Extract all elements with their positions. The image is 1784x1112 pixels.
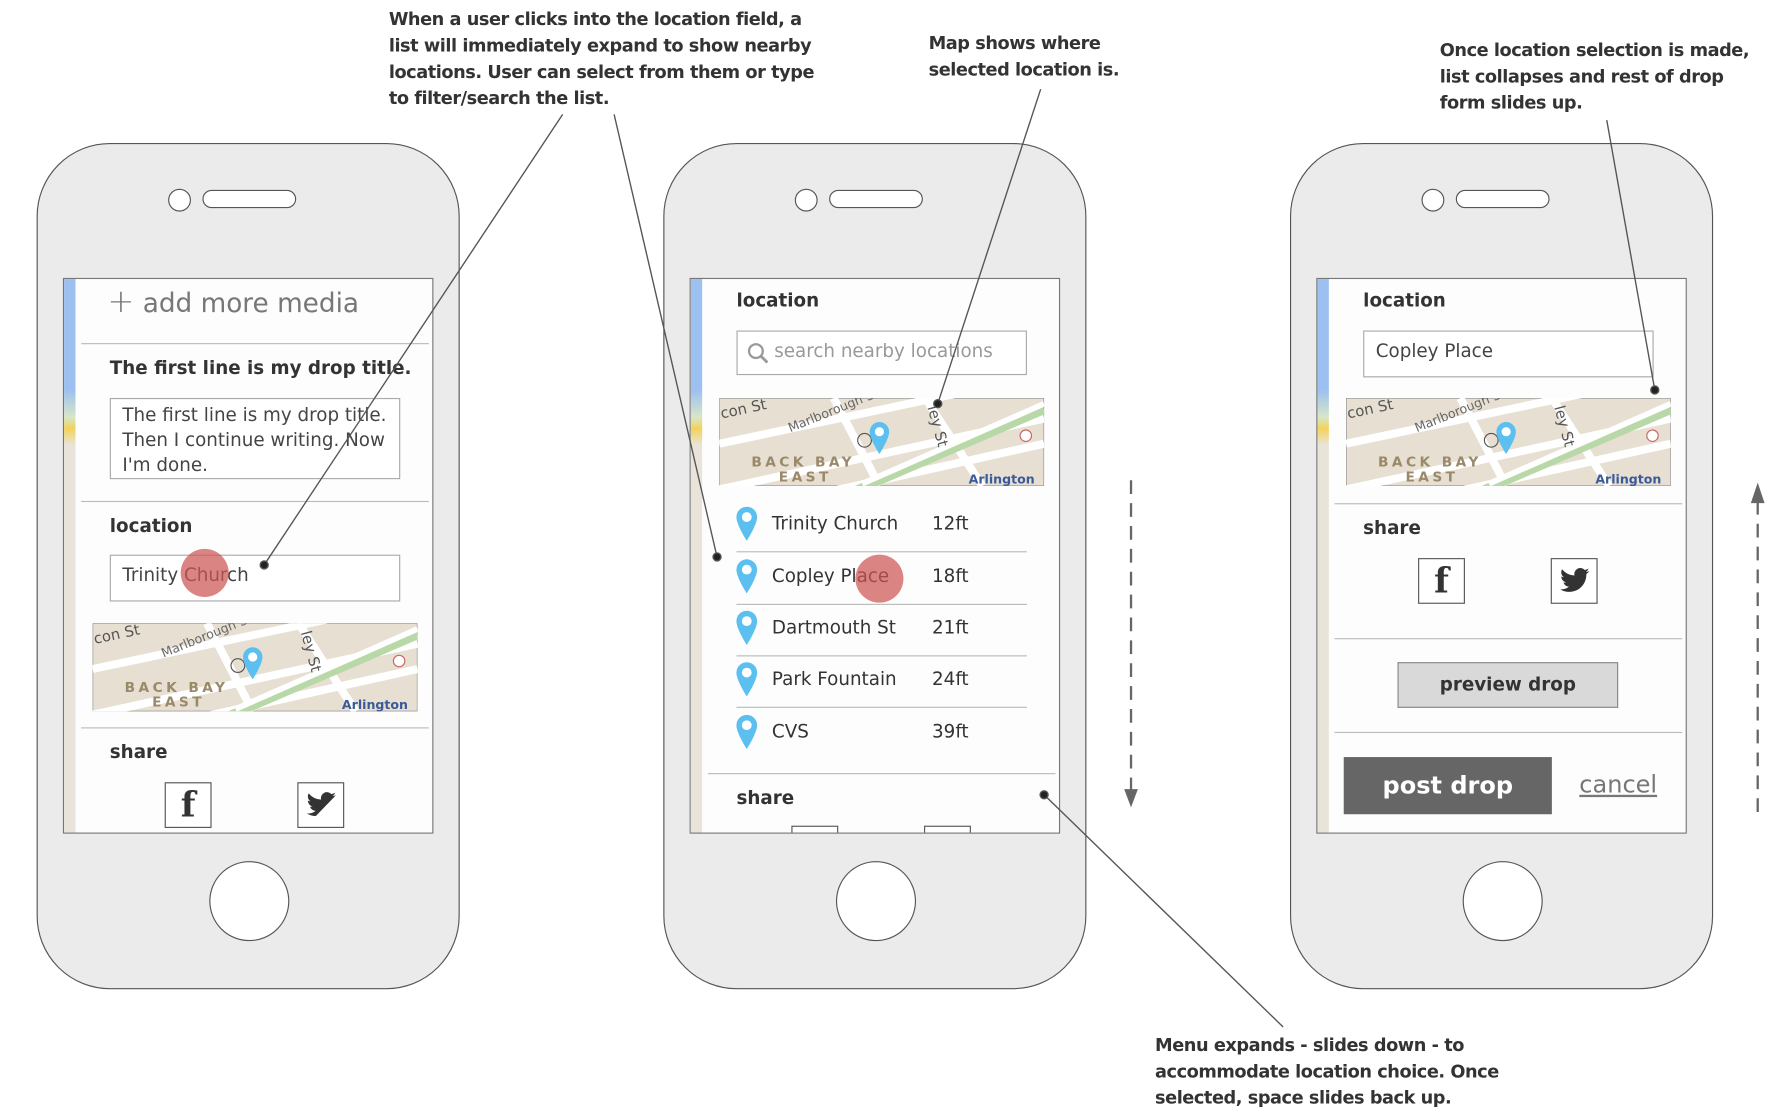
add-more-media-button[interactable]: + add more media [107,282,359,320]
location-list-item[interactable]: Dartmouth St 21ft [732,605,1029,656]
location-distance: 12ft [932,512,969,535]
map-pin-icon [734,558,759,599]
divider [1334,503,1683,505]
drop-title: The first line is my drop title. [109,356,412,379]
map-place-label: Arlington [969,472,1035,486]
location-list-item[interactable]: Park Fountain 24ft [732,656,1029,707]
map-district-label: EAST [152,695,205,711]
share-label: share [736,786,795,809]
tap-indicator [180,548,229,597]
location-distance: 21ft [932,616,969,639]
twitter-share-button[interactable] [1550,558,1598,604]
screen-1: + add more media The first line is my dr… [62,277,434,834]
map-district-label: BACK BAY [1378,455,1482,471]
plus-icon: + [107,282,135,321]
camera [168,188,191,212]
map-district-label: BACK BAY [751,455,855,471]
home-button[interactable] [209,861,290,942]
map-district-label: EAST [1405,469,1458,485]
location-label: location [736,289,820,312]
arrow-head-up [1750,482,1765,504]
map-pin-icon [734,505,759,546]
map-district-label: EAST [779,469,832,485]
map-pin-icon [734,714,759,755]
annotation-collapse: Once location selection is made, list co… [1439,40,1750,114]
drop-body-textarea[interactable]: The first line is my drop title. Then I … [109,397,401,480]
location-label: location [109,514,193,537]
divider [81,500,429,503]
twitter-share-button[interactable] [297,782,345,828]
arrow-head-down [1124,789,1138,808]
location-distance: 39ft [932,720,969,743]
map-background [690,279,703,833]
location-list-item[interactable]: Trinity Church 12ft [732,501,1029,552]
screen-3: location Copley Place con St Marlborough… [1316,277,1687,834]
divider [1334,731,1683,734]
location-distance: 24ft [932,667,969,690]
camera [1421,188,1445,212]
location-label: location [1363,289,1446,312]
map-background [64,279,76,833]
preview-drop-button[interactable]: preview drop [1397,662,1619,708]
divider [707,773,1056,775]
speaker [202,189,297,209]
speaker [829,189,923,209]
share-label: share [109,741,168,763]
location-map[interactable]: con St Marlborough St ley St BACK BAY EA… [92,623,418,712]
location-map[interactable]: con St Marlborough St ley St BACK BAY EA… [719,397,1045,487]
location-name: Dartmouth St [771,616,896,639]
search-icon [747,343,769,364]
location-name: CVS [771,720,809,743]
facebook-share-button[interactable]: f [1418,558,1465,604]
divider [736,551,1027,553]
location-input[interactable]: Copley Place [1363,330,1654,378]
tap-indicator [855,554,904,603]
facebook-share-button[interactable] [791,825,839,833]
share-label: share [1363,516,1421,539]
location-search-input[interactable]: search nearby locations [736,330,1027,376]
post-drop-button[interactable]: post drop [1343,757,1552,815]
divider [81,343,429,345]
wireframe-canvas: When a user clicks into the location fie… [0,0,1784,1110]
search-placeholder: search nearby locations [774,339,993,362]
map-pin-icon [734,610,759,651]
phone-1: + add more media The first line is my dr… [36,142,460,990]
map-background [1317,279,1329,833]
location-name: Park Fountain [771,667,897,690]
twitter-icon [1559,568,1589,592]
annotation-expand: Menu expands - slides down - to accommod… [1155,1034,1499,1109]
location-input[interactable]: Trinity Church [109,554,401,602]
map-place-label: Arlington [1595,472,1661,486]
location-map[interactable]: con St Marlborough St ley St BACK BAY EA… [1346,397,1671,487]
facebook-icon: f [180,785,196,826]
phone-2: location search nearby locations con St … [663,142,1087,990]
camera [794,188,818,212]
cancel-link[interactable]: cancel [1579,771,1657,798]
screen-2: location search nearby locations con St … [689,277,1061,834]
location-list-item[interactable]: CVS 39ft [732,709,1029,760]
divider [736,706,1027,708]
twitter-share-button[interactable] [924,825,971,833]
map-pin-icon [734,661,759,702]
facebook-icon: f [1434,560,1449,601]
twitter-icon [306,792,336,817]
divider [1334,638,1683,640]
location-name: Trinity Church [771,512,899,535]
home-button[interactable] [835,861,917,942]
annotation-location-field: When a user clicks into the location fie… [388,9,815,109]
facebook-share-button[interactable]: f [164,782,212,828]
speaker [1455,189,1550,209]
home-button[interactable] [1462,861,1543,942]
phone-3: location Copley Place con St Marlborough… [1289,142,1714,990]
add-more-media-label: add more media [142,289,360,320]
divider [81,727,429,729]
map-district-label: BACK BAY [125,680,229,696]
annotation-map: Map shows where selected location is. [928,33,1120,81]
map-place-label: Arlington [342,697,408,711]
location-distance: 18ft [932,564,969,587]
